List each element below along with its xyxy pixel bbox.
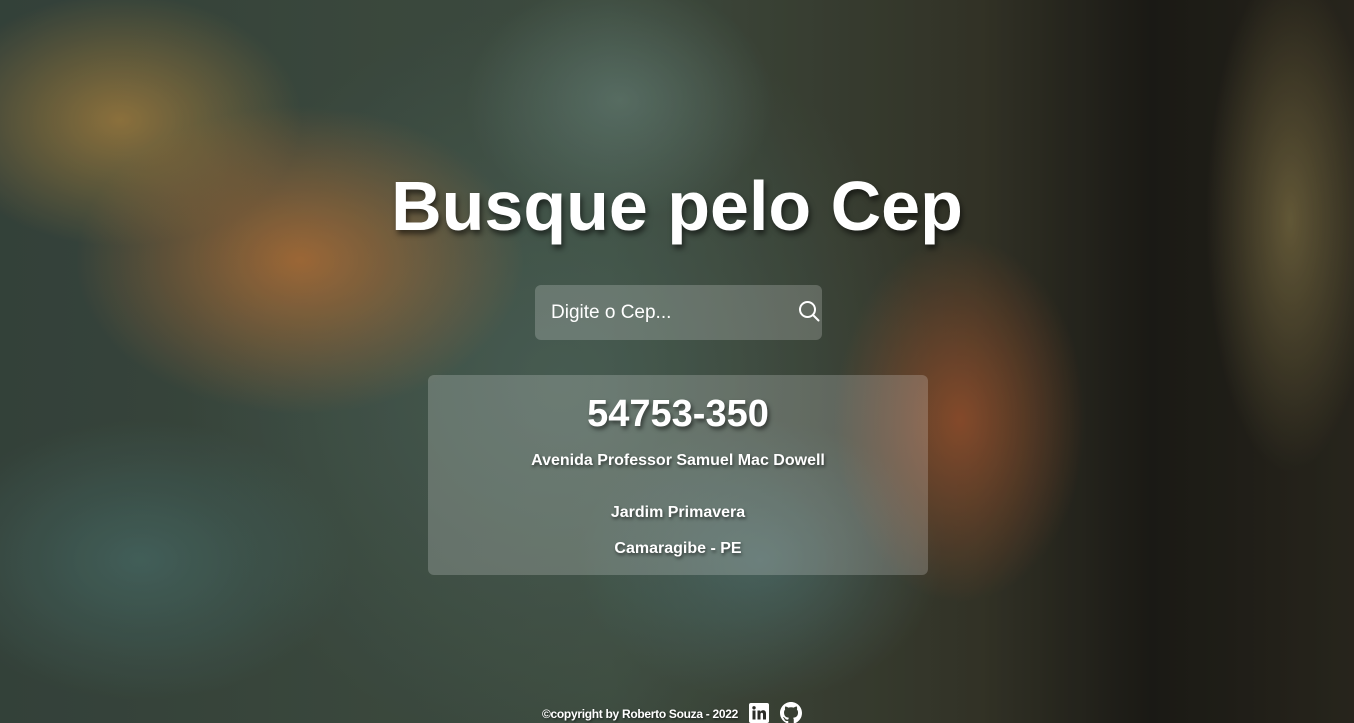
linkedin-icon [749, 702, 769, 723]
page: Busque pelo Cep 54753-350 Avenida Profes… [0, 0, 1354, 723]
linkedin-link[interactable] [748, 702, 770, 723]
search-icon [797, 299, 821, 326]
cep-search-input[interactable] [535, 285, 796, 340]
result-street: Avenida Professor Samuel Mac Dowell [531, 452, 825, 469]
github-icon [780, 701, 802, 723]
copyright-text: ©copyright by Roberto Souza - 2022 [541, 707, 738, 721]
result-city-state: Camaragibe - PE [614, 540, 742, 557]
result-district: Jardim Primavera [610, 504, 746, 521]
search-button[interactable] [796, 285, 822, 340]
page-title: Busque pelo Cep [391, 167, 963, 245]
footer: ©copyright by Roberto Souza - 2022 [0, 701, 1354, 723]
result-cep: 54753-350 [587, 393, 769, 435]
github-link[interactable] [780, 701, 802, 723]
search-bar [535, 285, 822, 340]
cep-result-card: 54753-350 Avenida Professor Samuel Mac D… [428, 375, 928, 575]
